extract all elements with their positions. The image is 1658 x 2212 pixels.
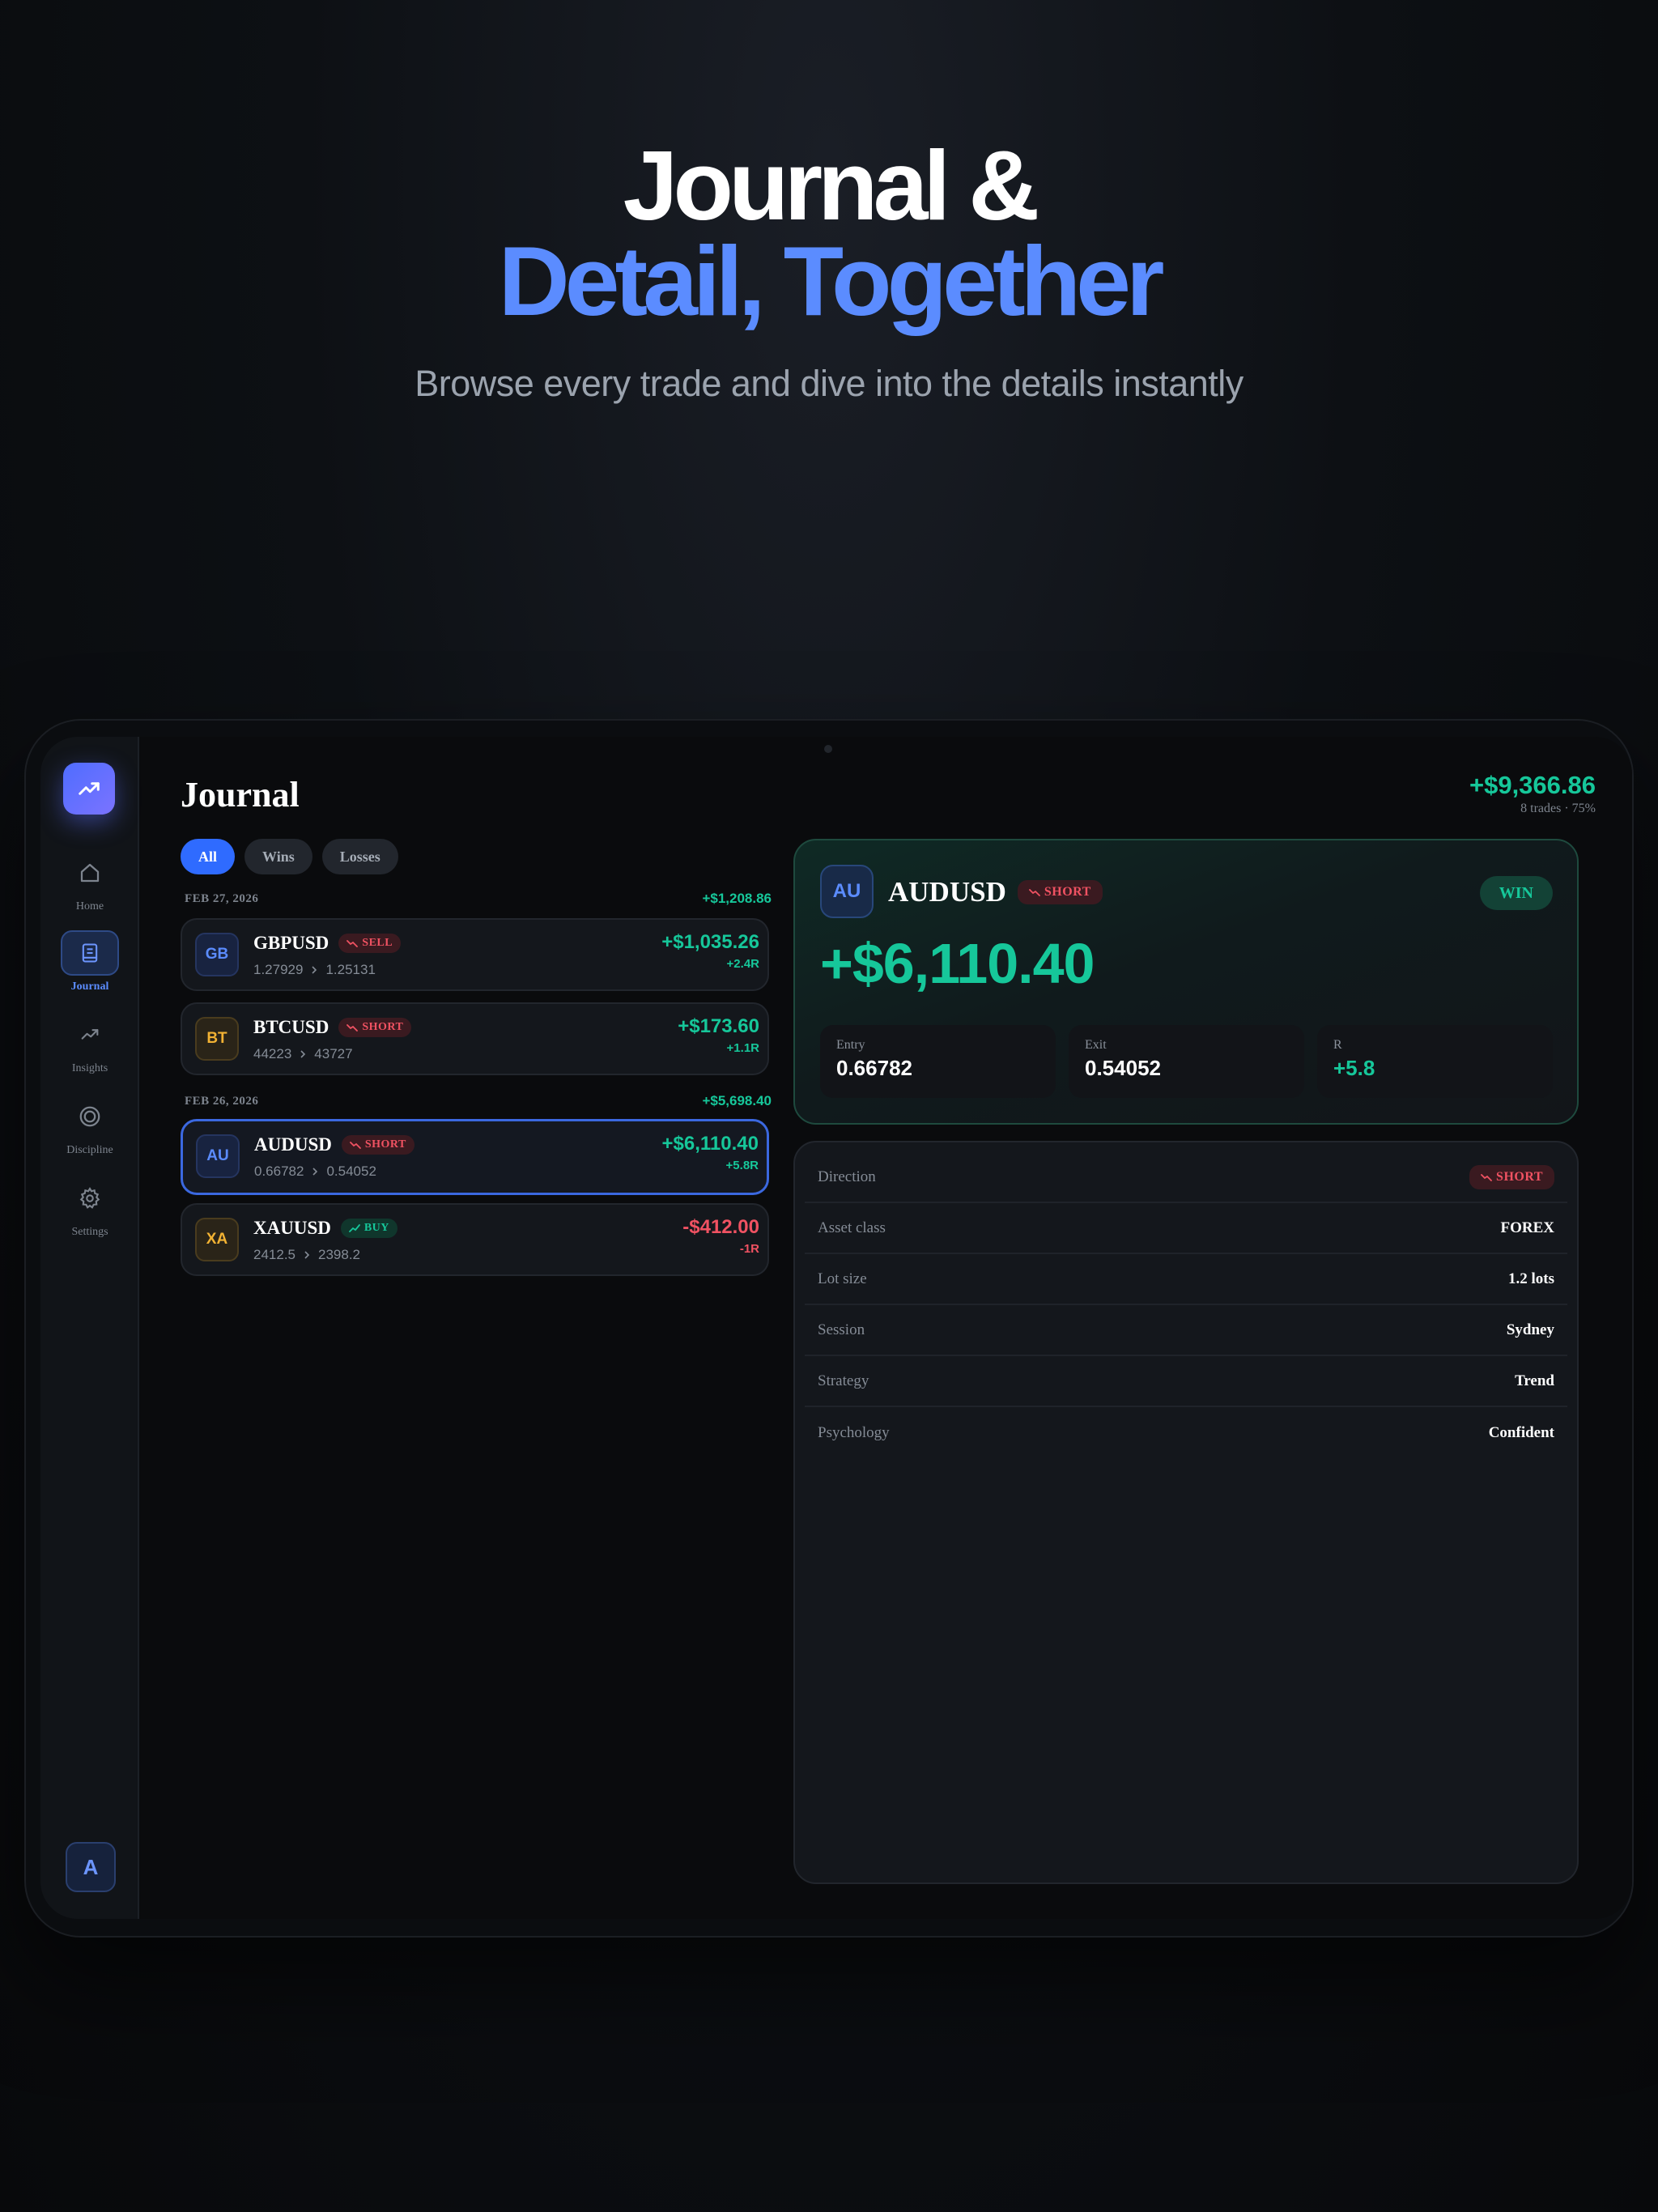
trade-r-multiple: +1.1R	[726, 1041, 759, 1055]
avatar[interactable]: A	[66, 1842, 116, 1892]
sidebar-item-home[interactable]: Home	[61, 850, 119, 913]
symbol-badge: AU	[820, 865, 874, 918]
trending-up-icon	[79, 782, 100, 795]
hero: Journal & Detail, Together Browse every …	[0, 130, 1658, 405]
chevron-right-icon	[300, 1050, 306, 1058]
trade-symbol: AUDUSD	[254, 1134, 332, 1155]
target-icon	[79, 1106, 100, 1127]
stats-row: Entry 0.66782 Exit 0.54052 R +5.8	[820, 1025, 1553, 1098]
group-total: +$1,208.86	[702, 891, 772, 906]
direction-tag: SELL	[338, 934, 402, 953]
sidebar: Home Journal Insights Discipline Setting…	[40, 737, 139, 1919]
hero-title-line2: Detail, Together	[498, 226, 1165, 336]
sidebar-item-journal[interactable]: Journal	[61, 930, 119, 993]
direction-tag: SHORT	[338, 1018, 412, 1037]
detail-pnl: +$6,110.40	[820, 932, 1095, 995]
sidebar-item-label: Home	[75, 900, 104, 912]
trade-symbol: XAUUSD	[253, 1218, 331, 1238]
date-group-header: FEB 26, 2026 +$5,698.40	[185, 1093, 772, 1109]
stat-r-multiple: R +5.8	[1317, 1025, 1553, 1098]
symbol-badge: BT	[195, 1017, 239, 1061]
trade-r-multiple: +2.4R	[726, 957, 759, 971]
filter-all[interactable]: All	[181, 839, 236, 874]
symbol-badge: XA	[195, 1218, 239, 1261]
result-badge: WIN	[1479, 876, 1553, 910]
app-logo[interactable]	[63, 763, 115, 815]
date-group-header: FEB 27, 2026 +$1,208.86	[185, 891, 772, 907]
trade-pnl: +$1,035.26	[661, 931, 759, 953]
stat-entry: Entry 0.66782	[820, 1025, 1056, 1098]
trade-row-selected[interactable]: AU AUDUSD SHORT 0.66782 0.54052 +$6,110.…	[181, 1119, 769, 1195]
trade-pnl: -$412.00	[682, 1216, 759, 1238]
home-icon	[80, 863, 100, 883]
stat-exit: Exit 0.54052	[1069, 1025, 1304, 1098]
trade-symbol: GBPUSD	[253, 933, 329, 953]
detail-symbol: AUDUSD	[888, 876, 1006, 908]
trade-prices: 2412.5 2398.2	[253, 1247, 360, 1262]
chevron-right-icon	[312, 966, 317, 974]
journal-icon	[82, 943, 98, 963]
trending-down-icon	[346, 940, 359, 947]
trending-down-icon	[1028, 889, 1040, 896]
info-row-psychology: Psychology Confident	[818, 1423, 1554, 1441]
sidebar-item-insights[interactable]: Insights	[61, 1012, 119, 1075]
filter-wins[interactable]: Wins	[244, 839, 312, 874]
trade-detail-card: AU AUDUSD SHORT WIN +$6,110.40 Entry 0.6…	[793, 839, 1579, 1125]
total-meta: 8 trades · 75%	[1520, 802, 1596, 815]
chevron-right-icon	[304, 1251, 310, 1259]
trending-down-icon	[346, 1024, 359, 1032]
sidebar-item-settings[interactable]: Settings	[61, 1176, 119, 1239]
trade-symbol: BTCUSD	[253, 1017, 329, 1037]
direction-tag: SHORT	[1017, 880, 1103, 904]
trade-row[interactable]: BT BTCUSD SHORT 44223 43727 +$173.60 +1.…	[181, 1002, 769, 1075]
trade-row[interactable]: XA XAUUSD BUY 2412.5 2398.2 -$412.00 -1R	[181, 1203, 769, 1276]
gear-icon	[79, 1187, 100, 1209]
info-row-direction: Direction SHORT	[805, 1152, 1567, 1203]
group-total: +$5,698.40	[702, 1093, 772, 1108]
trade-info-table: Direction SHORT Asset class FOREX Lot si…	[793, 1141, 1579, 1884]
info-row-session: Session Sydney	[805, 1305, 1567, 1356]
trade-pnl: +$6,110.40	[661, 1133, 759, 1155]
sidebar-item-label: Discipline	[66, 1144, 113, 1156]
trade-r-multiple: +5.8R	[725, 1159, 759, 1172]
app-screen: Home Journal Insights Discipline Setting…	[40, 737, 1632, 1919]
camera-dot	[824, 745, 832, 753]
info-row-asset-class: Asset class FOREX	[805, 1203, 1567, 1254]
trade-pnl: +$173.60	[678, 1015, 759, 1037]
group-date: FEB 27, 2026	[185, 891, 259, 905]
group-date: FEB 26, 2026	[185, 1094, 259, 1108]
chevron-right-icon	[312, 1168, 318, 1176]
trade-prices: 44223 43727	[253, 1046, 353, 1061]
direction-tag: SHORT	[341, 1135, 414, 1155]
trade-prices: 0.66782 0.54052	[254, 1163, 376, 1179]
sidebar-item-label: Settings	[71, 1226, 108, 1238]
symbol-badge: GB	[195, 933, 239, 976]
info-row-lot-size: Lot size 1.2 lots	[805, 1254, 1567, 1305]
trending-down-icon	[1481, 1173, 1492, 1181]
sidebar-item-label: Journal	[70, 981, 109, 993]
trade-row[interactable]: GB GBPUSD SELL 1.27929 1.25131 +$1,035.2…	[181, 918, 769, 991]
symbol-badge: AU	[196, 1134, 240, 1178]
total-summary: +$9,366.86 8 trades · 75%	[1469, 771, 1596, 816]
trade-r-multiple: -1R	[739, 1242, 759, 1256]
filter-bar: All Wins Losses	[181, 839, 398, 874]
filter-losses[interactable]: Losses	[321, 839, 398, 874]
trending-down-icon	[349, 1142, 361, 1149]
insights-icon	[81, 1029, 99, 1040]
direction-tag: BUY	[340, 1219, 397, 1238]
sidebar-item-discipline[interactable]: Discipline	[61, 1094, 119, 1157]
hero-subtitle: Browse every trade and dive into the det…	[414, 363, 1244, 404]
sidebar-item-label: Insights	[71, 1062, 108, 1074]
trade-prices: 1.27929 1.25131	[253, 962, 376, 977]
info-row-strategy: Strategy Trend	[805, 1356, 1567, 1407]
page-title: Journal	[181, 775, 300, 815]
direction-tag: SHORT	[1469, 1164, 1554, 1189]
hero-title-line1: Journal &	[623, 130, 1040, 240]
total-pnl: +$9,366.86	[1469, 771, 1596, 799]
trending-up-icon	[348, 1224, 360, 1232]
